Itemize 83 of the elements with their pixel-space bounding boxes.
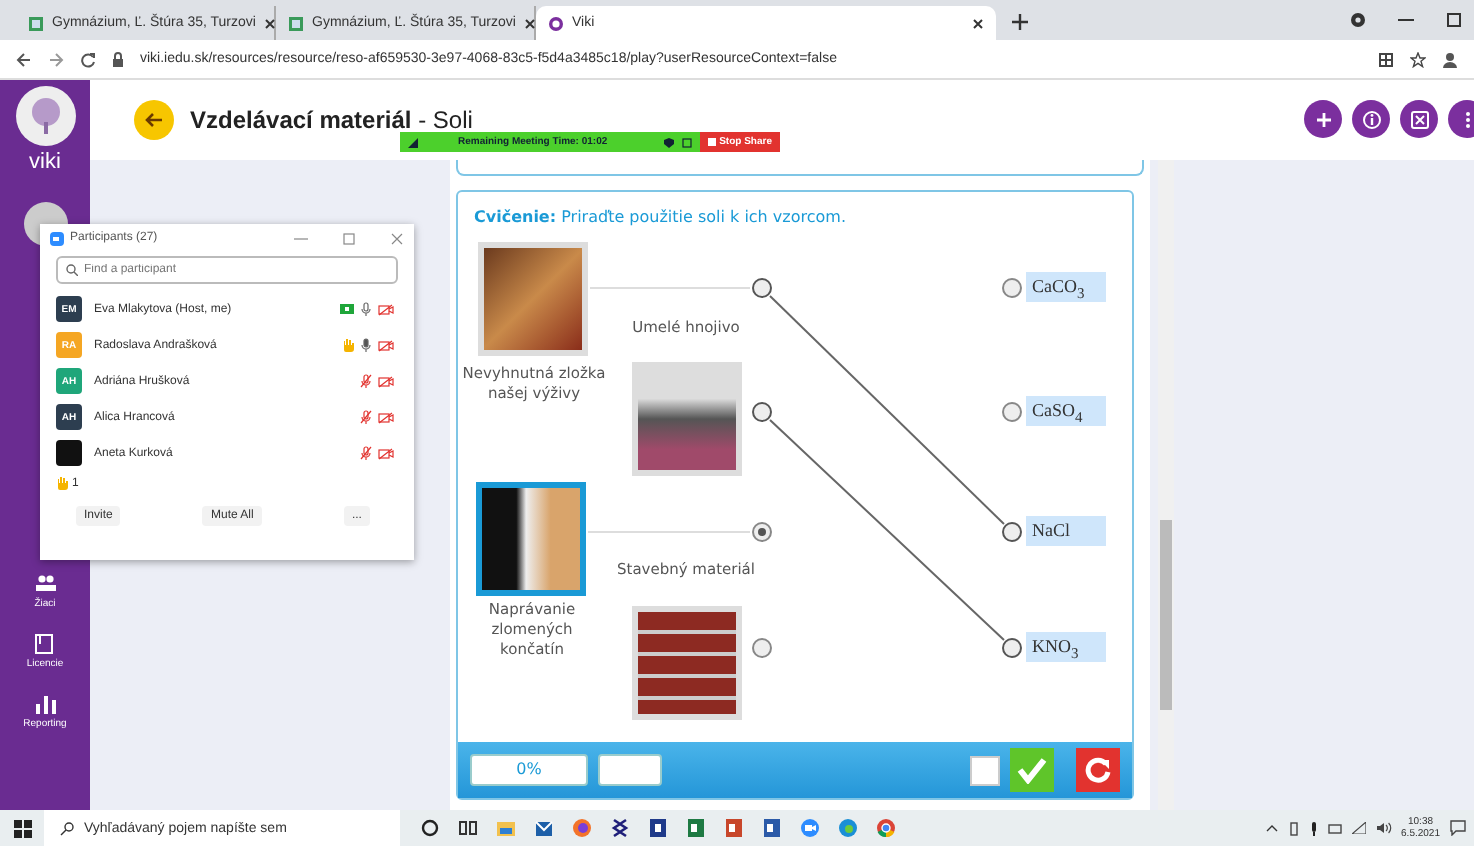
fullscreen-icon — [1409, 109, 1429, 129]
video-off-icon — [378, 411, 394, 423]
zoom-logo-icon — [50, 231, 64, 245]
checkbox[interactable] — [970, 755, 1000, 785]
cortana-icon[interactable] — [420, 818, 440, 838]
edge-browser-icon[interactable] — [838, 818, 858, 838]
close-icon[interactable] — [972, 17, 984, 29]
chrome-browser-icon[interactable] — [876, 818, 896, 838]
spreadsheet-icon[interactable] — [686, 818, 706, 838]
video-off-icon — [378, 375, 394, 387]
restart-icon — [1084, 756, 1112, 784]
dropbox-icon[interactable] — [610, 818, 630, 838]
score-field: 0% — [470, 754, 588, 786]
school-favicon-icon — [28, 15, 44, 31]
close-icon[interactable] — [523, 17, 536, 29]
book-icon — [32, 634, 57, 654]
connector-dot[interactable] — [1002, 638, 1022, 658]
formula-label[interactable]: CaCO$_{3}$ — [1026, 272, 1106, 302]
video-off-icon — [378, 447, 394, 459]
viki-favicon-icon — [548, 15, 564, 31]
battery-icon[interactable] — [1327, 823, 1342, 833]
food-photo[interactable] — [478, 242, 588, 356]
connector-dot[interactable] — [1002, 522, 1022, 542]
new-tab-icon — [1012, 14, 1028, 30]
formula-label[interactable]: KNO$_{3}$ — [1026, 632, 1106, 662]
connector-dot[interactable] — [752, 638, 772, 658]
video-camera-icon[interactable] — [800, 818, 820, 838]
video-off-icon — [378, 339, 394, 351]
extension-icon[interactable] — [1378, 51, 1394, 67]
shield-icon — [663, 137, 674, 147]
connector-dot[interactable] — [752, 522, 772, 542]
arm-photo[interactable] — [476, 482, 586, 596]
formula-label[interactable]: NaCl — [1026, 516, 1106, 546]
restart-button[interactable] — [1076, 748, 1120, 792]
scrollbar[interactable] — [1158, 160, 1174, 810]
page-title: Vzdelávací materiál - Soli — [190, 106, 473, 134]
school-favicon-icon — [288, 15, 304, 31]
raised-hand-icon — [56, 476, 68, 490]
connector-dot[interactable] — [752, 402, 772, 422]
add-icon — [1313, 109, 1333, 129]
chevron-up-icon[interactable] — [1265, 824, 1278, 832]
notification-icon[interactable] — [1450, 820, 1466, 836]
blank-field — [598, 754, 662, 786]
forward-icon[interactable] — [48, 51, 64, 67]
folder-icon[interactable] — [496, 818, 516, 838]
bricks-photo[interactable] — [632, 606, 742, 720]
back-icon[interactable] — [16, 51, 32, 67]
search-icon — [60, 821, 74, 835]
star-icon[interactable] — [1410, 51, 1426, 67]
back-button[interactable] — [134, 100, 174, 140]
connector-dot[interactable] — [1002, 278, 1022, 298]
stop-icon — [707, 138, 716, 146]
app-tile-icon[interactable] — [648, 818, 668, 838]
document-icon[interactable] — [762, 818, 782, 838]
field-photo[interactable] — [632, 362, 742, 476]
bar-chart-icon — [33, 694, 57, 714]
logo-text: viki — [29, 150, 61, 174]
windows-start-icon[interactable] — [13, 819, 31, 837]
check-button[interactable] — [1010, 748, 1054, 792]
reload-icon[interactable] — [80, 51, 96, 67]
arrow-left-icon — [144, 110, 164, 130]
add-button[interactable] — [1304, 100, 1342, 138]
check-icon — [1016, 756, 1048, 784]
people-icon — [33, 574, 57, 594]
speaker-icon[interactable] — [1375, 822, 1392, 834]
info-button[interactable] — [1352, 100, 1390, 138]
instruction-text: Cvičenie: Priraďte použitie soli k ich vzorcom. — [472, 206, 848, 230]
fullscreen-button[interactable] — [1400, 100, 1438, 138]
search-icon — [66, 264, 78, 276]
signal-icon — [408, 137, 418, 147]
lock-icon — [112, 51, 124, 67]
task-view-icon[interactable] — [458, 818, 478, 838]
account-icon[interactable] — [1442, 51, 1458, 67]
connector-dot[interactable] — [1002, 402, 1022, 422]
mail-icon[interactable] — [534, 818, 554, 838]
close-icon[interactable] — [263, 17, 276, 29]
video-off-icon — [378, 303, 394, 315]
slides-icon[interactable] — [724, 818, 744, 838]
profile-icon[interactable] — [1350, 12, 1366, 28]
firefox-icon[interactable] — [572, 818, 592, 838]
connector-dot[interactable] — [752, 278, 772, 298]
maximize-icon[interactable] — [1446, 12, 1462, 28]
formula-label[interactable]: CaSO$_{4}$ — [1026, 396, 1106, 426]
